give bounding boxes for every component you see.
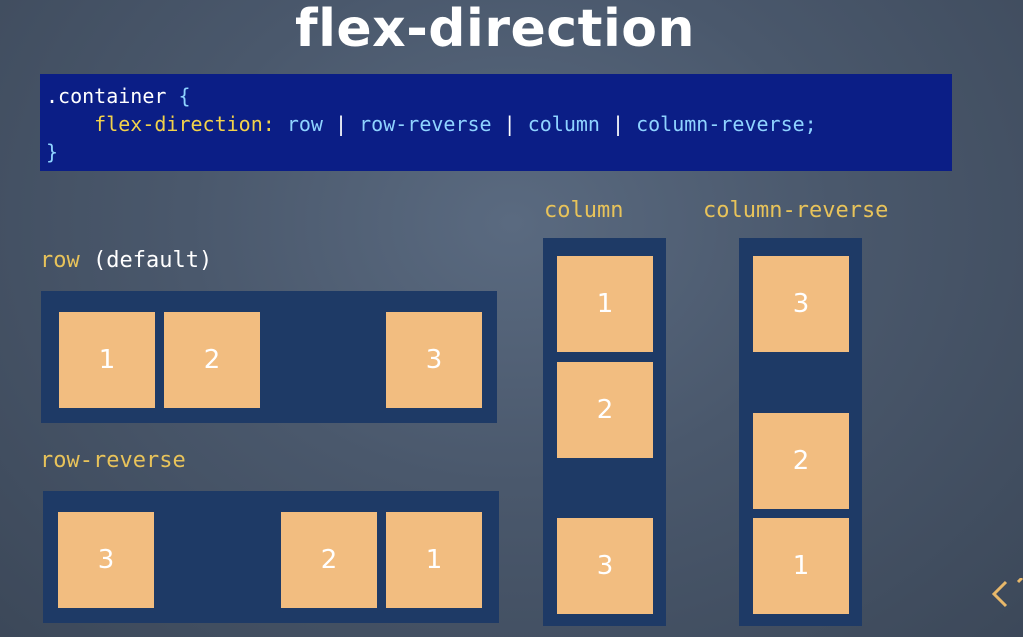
flex-item: 1 <box>59 312 155 408</box>
code-separator: | <box>335 112 348 136</box>
flex-item: 3 <box>753 256 849 352</box>
code-separator: | <box>612 112 625 136</box>
code-property: flex-direction: <box>94 112 275 136</box>
flex-item: 2 <box>557 362 653 458</box>
flex-item: 3 <box>557 518 653 614</box>
column-reverse-label: column-reverse <box>703 198 889 223</box>
flex-item: 3 <box>386 312 482 408</box>
column-container: 1 2 3 <box>543 238 666 626</box>
flex-item: 1 <box>753 518 849 614</box>
column-label: column <box>544 198 624 223</box>
code-separator: | <box>503 112 516 136</box>
flex-item: 3 <box>58 512 154 608</box>
code-terminator: ; <box>804 112 817 136</box>
flex-item: 2 <box>164 312 260 408</box>
code-block: .container { flex-direction: row | row-r… <box>40 74 952 171</box>
column-reverse-container: 3 2 1 <box>739 238 862 626</box>
code-value-column-reverse: column-reverse <box>636 112 805 136</box>
flex-item: 2 <box>753 413 849 509</box>
row-label: row (default) <box>40 248 212 274</box>
flex-item: 1 <box>557 256 653 352</box>
code-open-brace: { <box>178 84 191 108</box>
row-reverse-container: 3 2 1 <box>43 491 499 623</box>
chevron-left-icon[interactable] <box>992 578 1023 618</box>
row-keyword: row <box>40 248 80 273</box>
flex-item: 2 <box>281 512 377 608</box>
row-container: 1 2 3 <box>41 291 497 423</box>
code-close-brace: } <box>46 140 59 164</box>
code-value-row-reverse: row-reverse <box>359 112 492 136</box>
code-value-column: column <box>527 112 600 136</box>
row-reverse-label: row-reverse <box>40 448 186 473</box>
code-value-row: row <box>286 112 323 136</box>
flex-item: 1 <box>386 512 482 608</box>
page-title: flex-direction <box>294 0 696 59</box>
row-note: (default) <box>93 248 213 273</box>
code-selector: .container <box>46 84 167 108</box>
